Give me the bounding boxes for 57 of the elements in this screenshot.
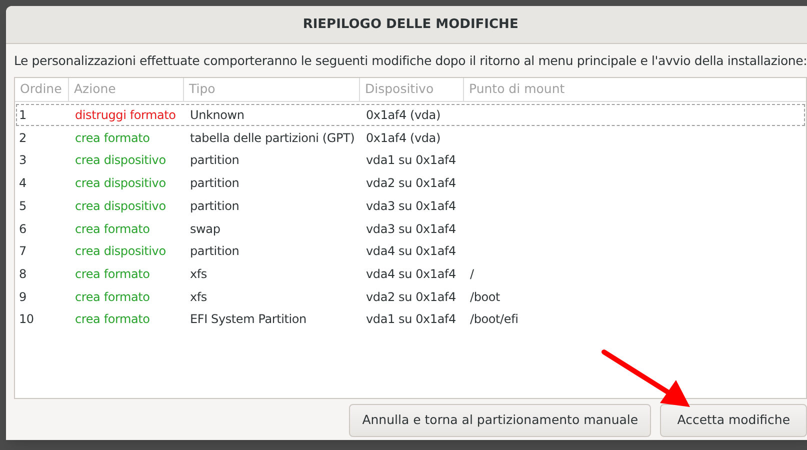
order-cell-text: 2: [18, 130, 28, 147]
action-cell-text: crea dispositivo: [74, 198, 167, 215]
table-row[interactable]: 6 crea formato swap vda3 su 0x1af4: [16, 217, 806, 240]
table-row[interactable]: 3 crea dispositivo partition vda1 su 0x1af4: [16, 149, 806, 172]
mount-cell-text: /: [469, 266, 475, 283]
type-cell-text: partition: [189, 243, 240, 260]
table-row[interactable]: 4 crea dispositivo partition vda2 su 0x1af4: [16, 172, 806, 194]
type-cell-text: xfs: [189, 288, 208, 306]
order-cell-text: 7: [18, 243, 28, 260]
order-cell-text: 4: [18, 175, 28, 192]
device-cell-text: vda4 su 0x1af4: [365, 266, 457, 283]
device-cell-text: vda3 su 0x1af4: [365, 198, 457, 215]
type-cell-text: Unknown: [189, 107, 246, 124]
device-cell-text: vda2 su 0x1af4: [365, 175, 457, 192]
action-cell-text: crea dispositivo: [74, 152, 167, 170]
action-cell-text: crea formato: [74, 266, 151, 283]
device-cell-text: vda3 su 0x1af4: [365, 220, 457, 238]
order-cell-text: 10: [18, 311, 35, 328]
dialog-title: RIEPILOGO DELLE MODIFICHE: [6, 6, 807, 44]
action-cell-text: crea formato: [74, 288, 151, 306]
type-cell-text: partition: [189, 152, 240, 170]
action-cell-text: crea formato: [74, 220, 151, 238]
order-cell-text: 8: [18, 266, 28, 283]
device-cell-text: 0x1af4 (vda): [365, 107, 442, 124]
table-row[interactable]: 7 crea dispositivo partition vda4 su 0x1af4: [16, 240, 806, 263]
description-text: Le personalizzazioni effettuate comporteranno le seguenti modifiche dopo il ritorno al menu principale e l'avvio della installazione:: [13, 52, 807, 70]
table-row[interactable]: 8 crea formato xfs vda4 su 0x1af4 /: [16, 262, 806, 286]
table-row[interactable]: 9 crea formato xfs vda2 su 0x1af4 /boot: [16, 285, 806, 308]
type-cell-text: EFI System Partition: [189, 311, 308, 328]
mount-cell-text: /boot/efi: [469, 311, 520, 328]
device-cell-text: vda1 su 0x1af4: [365, 152, 457, 170]
type-cell-text: swap: [189, 220, 222, 238]
action-cell-text: crea formato: [74, 311, 151, 328]
order-cell-text: 6: [18, 220, 28, 238]
order-cell-text: 5: [18, 198, 28, 215]
device-cell-text: vda1 su 0x1af4: [365, 311, 457, 328]
type-cell-text: tabella delle partizioni (GPT): [189, 130, 356, 147]
table-row[interactable]: 5 crea dispositivo partition vda3 su 0x1af4: [16, 194, 806, 218]
mount-cell-text: /boot: [469, 288, 502, 306]
cancel-button[interactable]: Annulla e torna al partizionamento manuale: [349, 404, 652, 437]
table-row[interactable]: 1 distruggi formato Unknown 0x1af4 (vda): [16, 104, 806, 126]
accept-button[interactable]: Accetta modifiche: [660, 404, 807, 437]
action-cell-text: crea dispositivo: [74, 243, 167, 260]
table-row[interactable]: 10 crea formato EFI System Partition vda1 su 0x1af4 /boot/efi: [16, 308, 806, 331]
device-cell-text: 0x1af4 (vda): [365, 130, 442, 147]
order-cell-text: 9: [18, 288, 28, 306]
action-cell-text: crea formato: [74, 130, 151, 147]
type-cell-text: partition: [189, 175, 240, 192]
type-cell-text: xfs: [189, 266, 208, 283]
order-cell-text: 3: [18, 152, 28, 170]
table-row[interactable]: 2 crea formato tabella delle partizioni (GPT) 0x1af4 (vda): [16, 126, 806, 150]
type-cell-text: partition: [189, 198, 240, 215]
action-cell-text: crea dispositivo: [74, 175, 167, 192]
device-cell-text: vda2 su 0x1af4: [365, 288, 457, 306]
order-cell-text: 1: [18, 107, 28, 124]
action-cell-text: distruggi formato: [74, 107, 177, 124]
device-cell-text: vda4 su 0x1af4: [365, 243, 457, 260]
